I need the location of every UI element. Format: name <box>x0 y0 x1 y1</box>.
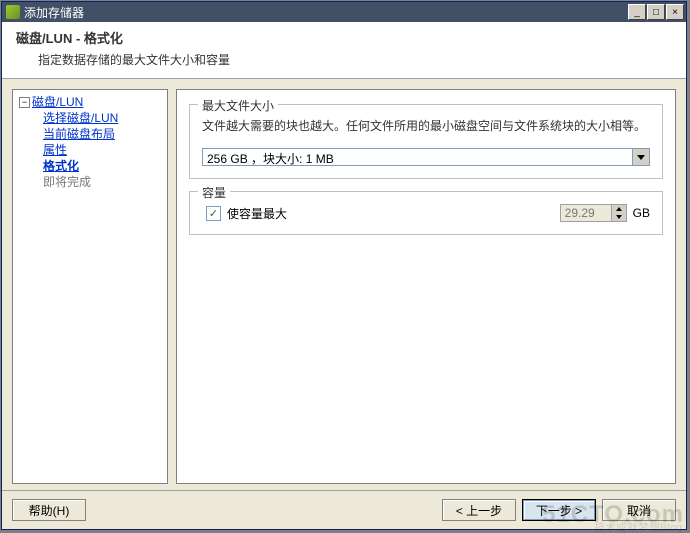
capacity-left: ✓ 使容量最大 <box>202 205 287 222</box>
legend-max-file-size: 最大文件大小 <box>198 97 278 114</box>
spinner-up-button[interactable] <box>611 205 626 213</box>
spinner-down-button[interactable] <box>611 213 626 221</box>
capacity-row: ✓ 使容量最大 GB <box>202 204 650 222</box>
nav-root-link[interactable]: 磁盘/LUN <box>32 94 83 110</box>
titlebar-left: 添加存储器 <box>6 4 84 21</box>
titlebar: 添加存储器 _ □ × <box>2 2 686 22</box>
block-size-dropdown[interactable]: 256 GB ，块大小: 1 MB <box>202 148 650 166</box>
fieldset-capacity: 容量 ✓ 使容量最大 GB <box>189 191 663 235</box>
close-button[interactable]: × <box>666 4 684 20</box>
back-button[interactable]: < 上一步 <box>442 499 516 521</box>
chevron-up-icon <box>616 207 622 211</box>
maximize-button[interactable]: □ <box>647 4 665 20</box>
wizard-nav: − 磁盘/LUN 选择磁盘/LUN 当前磁盘布局 属性 格式化 即将完成 <box>12 89 168 484</box>
legend-capacity: 容量 <box>198 184 230 201</box>
maximize-capacity-label: 使容量最大 <box>227 205 287 222</box>
next-button[interactable]: 下一步 > <box>522 499 596 521</box>
header-strip: 磁盘/LUN - 格式化 指定数据存储的最大文件大小和容量 <box>2 22 686 79</box>
page-title: 磁盘/LUN - 格式化 <box>16 28 672 47</box>
footer-left: 帮助(H) <box>12 499 86 521</box>
nav-root[interactable]: − 磁盘/LUN <box>19 94 161 110</box>
minimize-button[interactable]: _ <box>628 4 646 20</box>
capacity-size-spinner[interactable] <box>560 204 627 222</box>
help-button[interactable]: 帮助(H) <box>12 499 86 521</box>
app-icon <box>6 5 20 19</box>
nav-item-properties[interactable]: 属性 <box>19 142 161 158</box>
nav-item-select-disk[interactable]: 选择磁盘/LUN <box>19 110 161 126</box>
max-file-desc: 文件越大需要的块也越大。任何文件所用的最小磁盘空间与文件系统块的大小相等。 <box>202 117 650 134</box>
capacity-size-unit: GB <box>633 206 650 220</box>
dialog-window: 添加存储器 _ □ × 磁盘/LUN - 格式化 指定数据存储的最大文件大小和容… <box>1 1 687 530</box>
nav-item-ready: 即将完成 <box>19 174 161 190</box>
window-controls: _ □ × <box>628 4 684 20</box>
fieldset-max-file-size: 最大文件大小 文件越大需要的块也越大。任何文件所用的最小磁盘空间与文件系统块的大… <box>189 104 663 179</box>
page-subtitle: 指定数据存储的最大文件大小和容量 <box>16 51 672 68</box>
cancel-button[interactable]: 取消 <box>602 499 676 521</box>
maximize-capacity-checkbox[interactable]: ✓ <box>206 206 221 221</box>
footer-bar: 帮助(H) < 上一步 下一步 > 取消 <box>2 490 686 529</box>
capacity-right: GB <box>560 204 650 222</box>
window-title: 添加存储器 <box>24 4 84 21</box>
chevron-down-icon <box>616 215 622 219</box>
content-panel: 最大文件大小 文件越大需要的块也越大。任何文件所用的最小磁盘空间与文件系统块的大… <box>176 89 676 484</box>
dropdown-button[interactable] <box>632 149 649 165</box>
body-row: − 磁盘/LUN 选择磁盘/LUN 当前磁盘布局 属性 格式化 即将完成 最大文… <box>2 79 686 490</box>
nav-item-current-layout[interactable]: 当前磁盘布局 <box>19 126 161 142</box>
capacity-size-input <box>561 205 611 221</box>
block-size-value: 256 GB ，块大小: 1 MB <box>203 149 632 165</box>
chevron-down-icon <box>637 155 645 160</box>
spinner-buttons <box>611 205 626 221</box>
nav-item-format[interactable]: 格式化 <box>19 158 161 174</box>
footer-right: < 上一步 下一步 > 取消 <box>442 499 676 521</box>
tree-collapse-icon[interactable]: − <box>19 97 30 108</box>
